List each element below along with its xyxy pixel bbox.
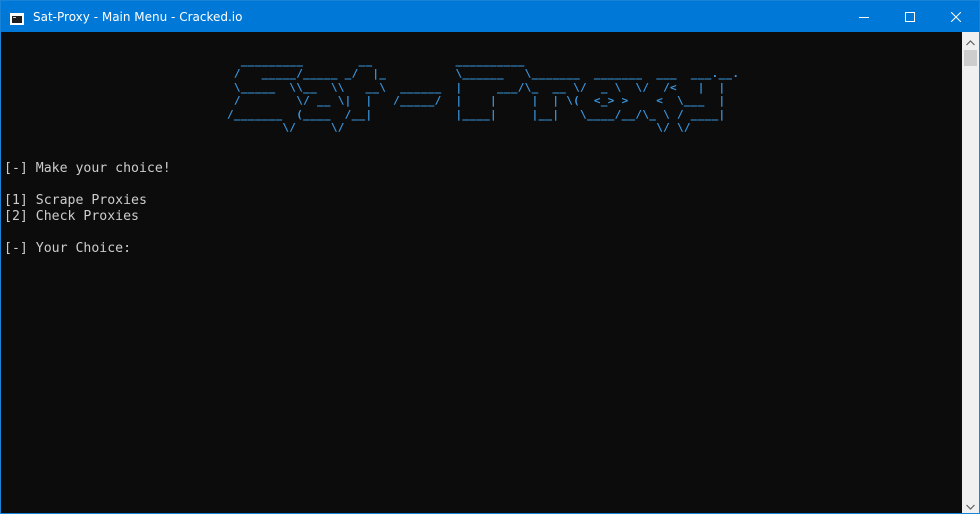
scroll-up-button[interactable] <box>962 32 979 49</box>
title-bar[interactable]: Sat-Proxy - Main Menu - Cracked.io <box>1 1 979 32</box>
maximize-button[interactable] <box>887 1 933 32</box>
vertical-scrollbar[interactable] <box>962 32 979 513</box>
menu-header: [-] Make your choice! <box>4 161 171 176</box>
close-button[interactable] <box>933 1 979 32</box>
minimize-icon <box>859 7 869 26</box>
choice-prompt-label: [-] Your Choice: <box>4 241 139 256</box>
maximize-icon <box>905 7 915 26</box>
console-window-icon <box>10 10 24 25</box>
console-window: Sat-Proxy - Main Menu - Cracked.io _____… <box>0 0 980 514</box>
menu-option-check: [2] Check Proxies <box>4 209 139 224</box>
close-icon <box>950 7 962 26</box>
scroll-down-button[interactable] <box>962 496 979 513</box>
minimize-button[interactable] <box>841 1 887 32</box>
menu-option-scrape: [1] Scrape Proxies <box>4 193 147 208</box>
chevron-up-icon <box>966 31 975 50</box>
scrollbar-thumb[interactable] <box>964 50 977 66</box>
console-output[interactable]: _________ __ __________ / _____/_____ _/… <box>1 32 962 513</box>
chevron-down-icon <box>966 495 975 514</box>
window-title: Sat-Proxy - Main Menu - Cracked.io <box>33 10 243 24</box>
ascii-banner: _________ __ __________ / _____/_____ _/… <box>227 54 740 135</box>
choice-prompt[interactable]: [-] Your Choice: <box>4 241 139 257</box>
